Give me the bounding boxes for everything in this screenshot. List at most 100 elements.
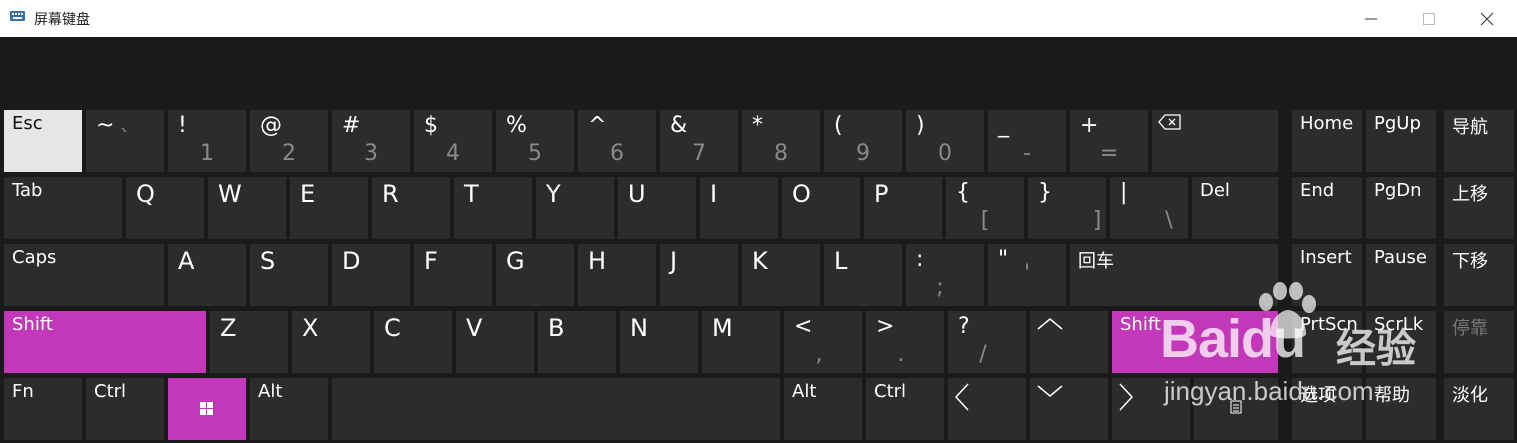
key-f[interactable]: F — [414, 244, 492, 306]
key-8[interactable]: * 8 — [742, 110, 820, 172]
key-base-label: 2 — [282, 141, 296, 166]
key-rbracket[interactable]: }] — [1028, 177, 1106, 239]
key-pause[interactable]: Pause — [1366, 244, 1436, 306]
close-button[interactable] — [1458, 0, 1516, 37]
key-base-label: 7 — [692, 141, 706, 166]
key-home[interactable]: Home — [1292, 110, 1362, 172]
key-a[interactable]: A — [168, 244, 246, 306]
key-arrow-down[interactable] — [1030, 378, 1108, 440]
key-left-shift[interactable]: Shift — [4, 311, 206, 373]
key-4[interactable]: $4 — [414, 110, 492, 172]
key-shift-label: ? — [958, 314, 970, 339]
key-comma[interactable]: <, — [784, 311, 862, 373]
key-base-label: 6 — [610, 141, 624, 166]
key-enter[interactable]: 回车 — [1070, 244, 1278, 306]
key-c[interactable]: C — [374, 311, 452, 373]
key-n[interactable]: N — [620, 311, 698, 373]
key-label: A — [178, 247, 195, 275]
key-pgup[interactable]: PgUp — [1366, 110, 1436, 172]
key-del[interactable]: Del — [1192, 177, 1278, 239]
key-fade[interactable]: 淡化 — [1444, 378, 1514, 440]
key-insert[interactable]: Insert — [1292, 244, 1362, 306]
key-tab[interactable]: Tab — [4, 177, 122, 239]
key-q[interactable]: Q — [126, 177, 204, 239]
key-fn[interactable]: Fn — [4, 378, 82, 440]
key-arrow-left[interactable] — [948, 378, 1026, 440]
key-u[interactable]: U — [618, 177, 696, 239]
key-y[interactable]: Y — [536, 177, 614, 239]
key-base-label: 3 — [364, 141, 378, 166]
key-right-shift[interactable]: Shift — [1112, 311, 1278, 373]
key-shift-label: & — [670, 113, 688, 138]
key-label: E — [300, 180, 316, 208]
key-shift-label: * — [752, 113, 763, 138]
key-d[interactable]: D — [332, 244, 410, 306]
key-dock[interactable]: 停靠 — [1444, 311, 1514, 373]
key-pgdn[interactable]: PgDn — [1366, 177, 1436, 239]
key-arrow-up[interactable] — [1030, 311, 1108, 373]
key-2[interactable]: @2 — [250, 110, 328, 172]
key-period[interactable]: >. — [866, 311, 944, 373]
key-z[interactable]: Z — [210, 311, 288, 373]
key-6[interactable]: ^ 6 — [578, 110, 656, 172]
key-backslash[interactable]: | \ — [1110, 177, 1188, 239]
key-label: L — [834, 247, 848, 275]
key-windows[interactable] — [168, 378, 246, 440]
key-minus[interactable]: _ - — [988, 110, 1066, 172]
key-end[interactable]: End — [1292, 177, 1362, 239]
key-space[interactable] — [332, 378, 780, 440]
key-o[interactable]: O — [782, 177, 860, 239]
key-r[interactable]: R — [372, 177, 450, 239]
key-slash[interactable]: ? / — [948, 311, 1026, 373]
key-options[interactable]: 选项 — [1292, 378, 1362, 440]
key-h[interactable]: H — [578, 244, 656, 306]
key-label: M — [712, 314, 733, 342]
key-quote[interactable]: " ' — [988, 244, 1066, 306]
key-prtscn[interactable]: PrtScn — [1292, 311, 1362, 373]
key-equal[interactable]: + = — [1070, 110, 1148, 172]
key-v[interactable]: V — [456, 311, 534, 373]
key-right-alt[interactable]: Alt — [784, 378, 862, 440]
minimize-button[interactable] — [1342, 0, 1400, 37]
key-j[interactable]: J — [660, 244, 738, 306]
key-lbracket[interactable]: {[ — [946, 177, 1024, 239]
key-label: 上移 — [1452, 184, 1488, 205]
key-scrlk[interactable]: ScrLk — [1366, 311, 1436, 373]
key-7[interactable]: & 7 — [660, 110, 738, 172]
key-label: Esc — [12, 113, 43, 134]
key-3[interactable]: #3 — [332, 110, 410, 172]
key-g[interactable]: G — [496, 244, 574, 306]
key-label: N — [630, 314, 648, 342]
key-move-down[interactable]: 下移 — [1444, 244, 1514, 306]
key-label: 选项 — [1300, 385, 1336, 406]
key-move-up[interactable]: 上移 — [1444, 177, 1514, 239]
key-semicolon[interactable]: :; — [906, 244, 984, 306]
key-s[interactable]: S — [250, 244, 328, 306]
key-x[interactable]: X — [292, 311, 370, 373]
key-i[interactable]: I — [700, 177, 778, 239]
key-caps[interactable]: Caps — [4, 244, 164, 306]
key-nav[interactable]: 导航 — [1444, 110, 1514, 172]
key-esc[interactable]: Esc — [4, 110, 82, 172]
key-9[interactable]: (9 — [824, 110, 902, 172]
key-w[interactable]: W — [208, 177, 286, 239]
key-b[interactable]: B — [538, 311, 616, 373]
key-left-ctrl[interactable]: Ctrl — [86, 378, 164, 440]
key-5[interactable]: % 5 — [496, 110, 574, 172]
key-l[interactable]: L — [824, 244, 902, 306]
key-help[interactable]: 帮助 — [1366, 378, 1436, 440]
key-context-menu[interactable] — [1194, 378, 1278, 440]
key-1[interactable]: ! 1 — [168, 110, 246, 172]
key-t[interactable]: T — [454, 177, 532, 239]
key-e[interactable]: E — [290, 177, 368, 239]
context-menu-icon — [1230, 400, 1242, 414]
key-arrow-right[interactable] — [1112, 378, 1190, 440]
key-right-ctrl[interactable]: Ctrl — [866, 378, 944, 440]
key-left-alt[interactable]: Alt — [250, 378, 328, 440]
key-p[interactable]: P — [864, 177, 942, 239]
key-k[interactable]: K — [742, 244, 820, 306]
key-m[interactable]: M — [702, 311, 780, 373]
key-tilde[interactable]: ~ ` — [86, 110, 164, 172]
key-backspace[interactable] — [1152, 110, 1278, 172]
key-0[interactable]: ) 0 — [906, 110, 984, 172]
